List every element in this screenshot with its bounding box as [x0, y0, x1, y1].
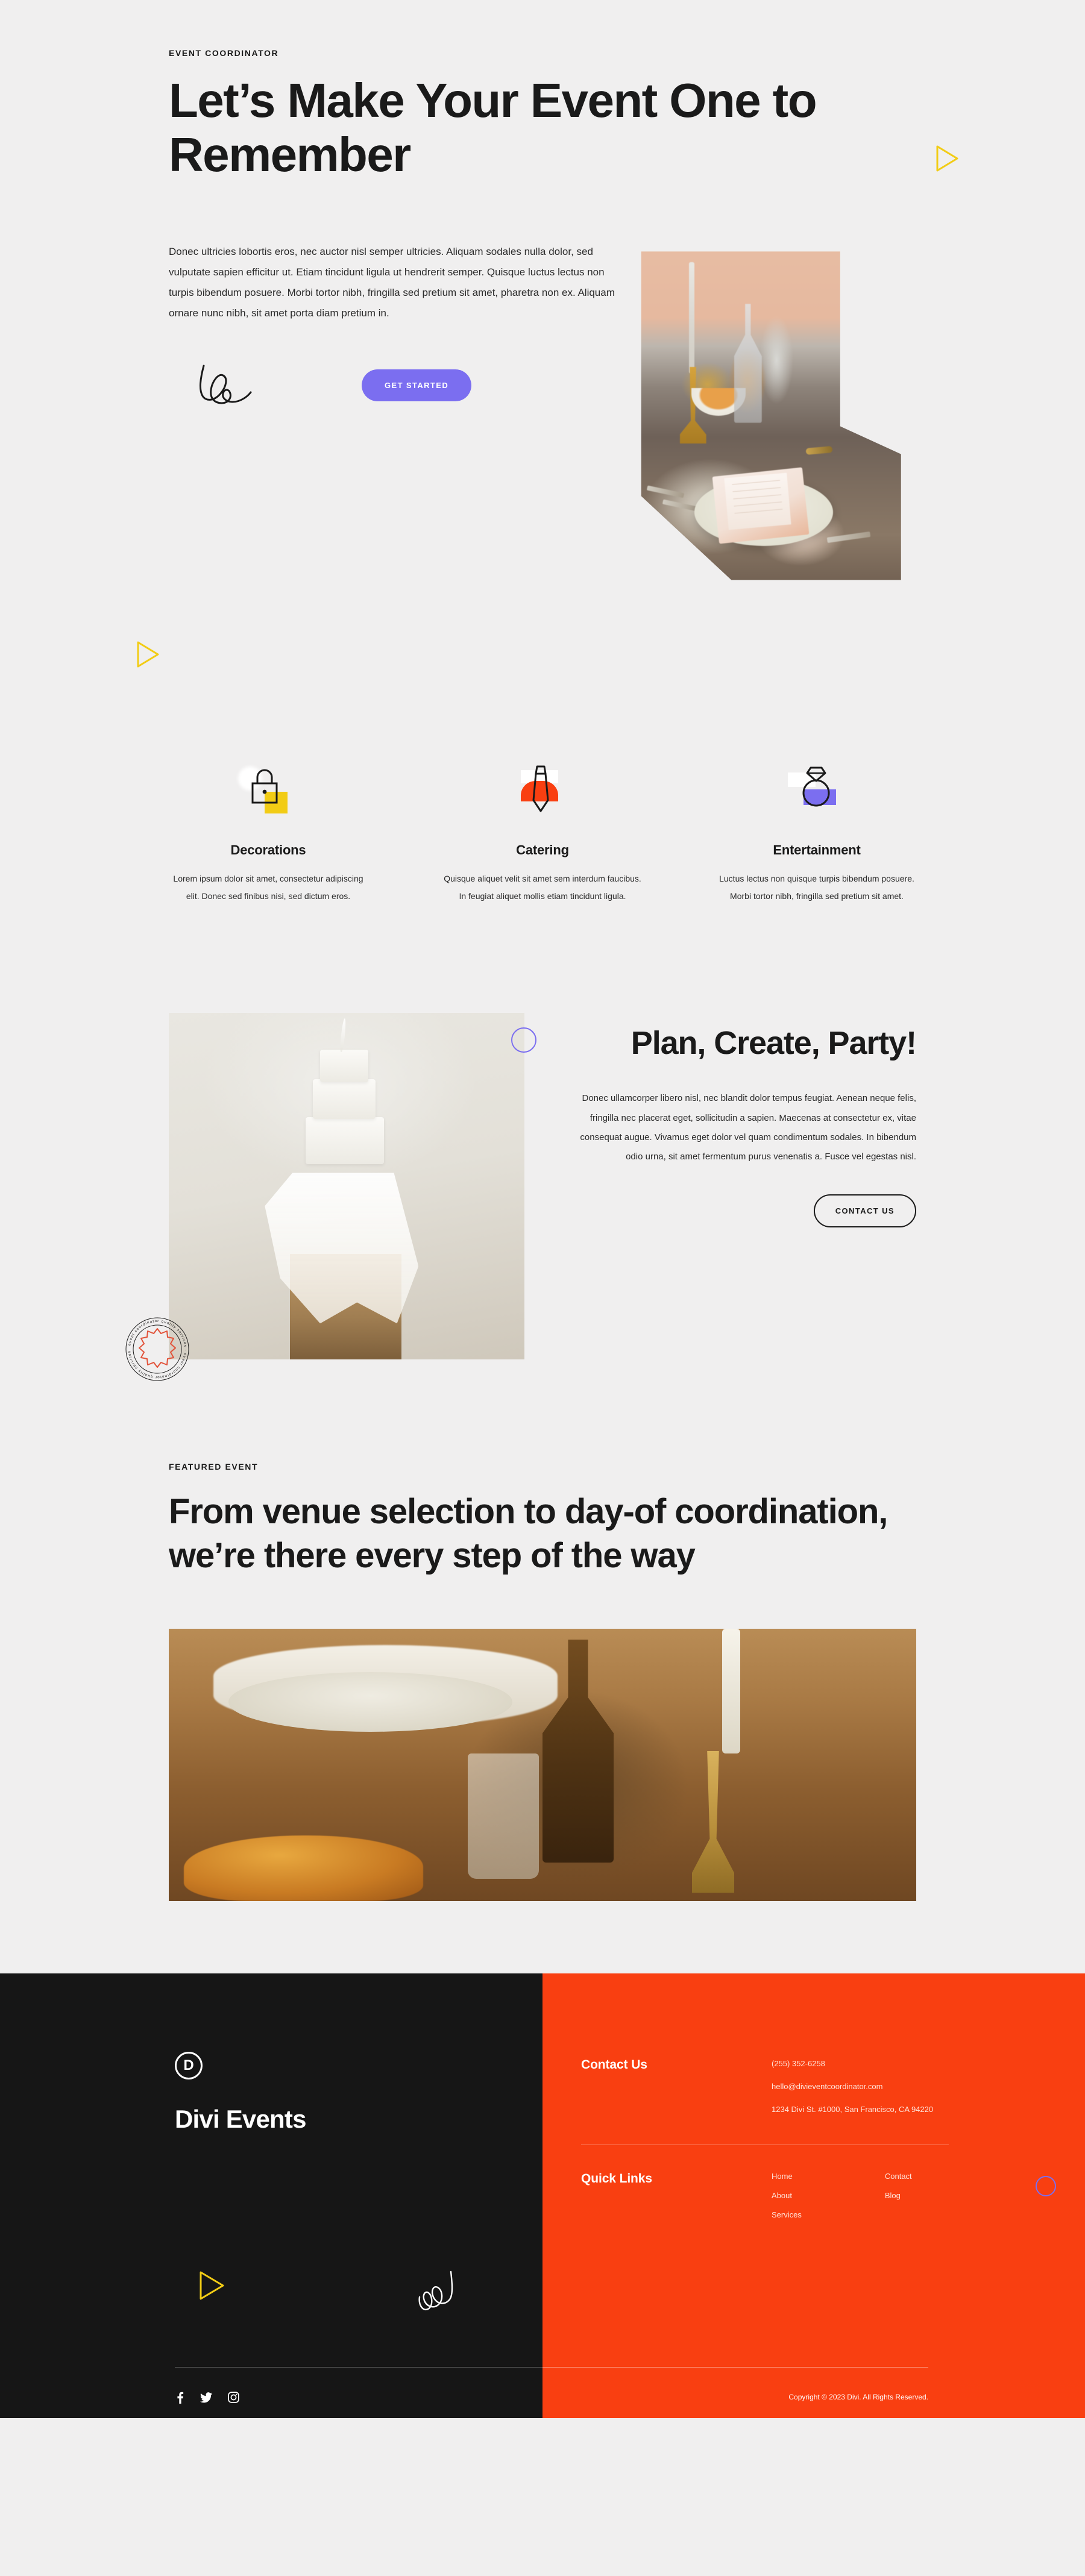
- page-title: Let’s Make Your Event One to Remember: [169, 74, 817, 181]
- photo-knife: [826, 531, 871, 544]
- feature-text: Quisque aliquet velit sit amet sem inter…: [444, 874, 641, 901]
- get-started-button[interactable]: GET STARTED: [362, 369, 472, 401]
- contact-address: 1234 Divi St. #1000, San Francisco, CA 9…: [772, 2104, 934, 2114]
- feature-card-entertainment: Entertainment Luctus lectus non quisque …: [717, 765, 916, 904]
- rustic-table-photo: [169, 1628, 916, 1901]
- feature-text: Luctus lectus non quisque turpis bibendu…: [719, 874, 914, 901]
- link-home[interactable]: Home: [772, 2172, 802, 2181]
- hero-photo-clip: [641, 251, 901, 580]
- link-services[interactable]: Services: [772, 2210, 802, 2219]
- cake-tier-top: [319, 1049, 368, 1082]
- site-footer: D Divi Events Contact Us (255) 352-6258 …: [0, 1973, 1085, 2418]
- facebook-icon[interactable]: [175, 2392, 184, 2404]
- featured-photo-bread: [183, 1835, 423, 1901]
- copyright-text: Copyright © 2023 Divi. All Rights Reserv…: [788, 2392, 928, 2401]
- handwritten-signature-icon: [193, 361, 283, 409]
- footer-contact-block: Contact Us (255) 352-6258 hello@divieven…: [581, 2058, 1085, 2116]
- feature-card-decorations: Decorations Lorem ipsum dolor sit amet, …: [169, 765, 368, 904]
- circle-outline-icon: [1036, 2175, 1056, 2196]
- necktie-icon: [515, 765, 570, 821]
- hero-section: EVENT COORDINATOR Let’s Make Your Event …: [0, 0, 1085, 699]
- photo-bottle: [734, 304, 762, 423]
- brand-mark: D: [183, 2057, 194, 2073]
- script-squiggle-icon: [416, 2266, 465, 2322]
- hero-actions: GET STARTED: [169, 361, 615, 409]
- featured-title: From venue selection to day-of coordinat…: [169, 1492, 888, 1576]
- photo-candle: [689, 262, 694, 374]
- contact-heading: Contact Us: [581, 2057, 647, 2072]
- triangle-outline-icon: [136, 641, 160, 668]
- hero-paragraph: Donec ultricies lobortis eros, nec aucto…: [169, 246, 615, 319]
- link-about[interactable]: About: [772, 2191, 802, 2200]
- landing-page: EVENT COORDINATOR Let’s Make Your Event …: [0, 0, 1085, 2576]
- divi-logo-icon: D: [175, 2051, 203, 2079]
- photo-fork: [646, 485, 684, 498]
- photo-spoon: [805, 446, 832, 456]
- plan-row: event coordinator quality services · eve…: [122, 1013, 917, 1381]
- featured-event-section: FEATURED EVENT From venue selection to d…: [0, 1462, 1085, 1973]
- featured-eyebrow: FEATURED EVENT: [169, 1462, 259, 1472]
- cake-cloth: [265, 1173, 419, 1324]
- contact-email[interactable]: hello@divieventcoordinator.com: [772, 2081, 1085, 2093]
- stamp-text: event coordinator quality services · eve…: [122, 1314, 187, 1379]
- twitter-icon[interactable]: [200, 2392, 212, 2403]
- cake-feather: [339, 1018, 347, 1053]
- hero-photo-image: [641, 251, 901, 580]
- plan-section: event coordinator quality services · eve…: [0, 1013, 1085, 1462]
- feature-title: Decorations: [230, 842, 306, 857]
- plan-media: event coordinator quality services · eve…: [122, 1013, 536, 1381]
- feature-text: Lorem ipsum dolor sit amet, consectetur …: [173, 874, 363, 901]
- svg-text:event coordinator quality serv: event coordinator quality services · eve…: [122, 1314, 187, 1379]
- link-blog[interactable]: Blog: [885, 2191, 912, 2200]
- diamond-ring-icon: [788, 765, 844, 821]
- quick-links-heading-wrap: Quick Links: [581, 2172, 772, 2186]
- quick-links-column-one: Home About Services: [772, 2172, 802, 2230]
- hero-eyebrow: EVENT COORDINATOR: [169, 48, 279, 58]
- instagram-icon[interactable]: [228, 2392, 239, 2403]
- featured-photo-plate: [228, 1672, 513, 1732]
- contact-details: (255) 352-6258 hello@divieventcoordinato…: [772, 2058, 1085, 2116]
- plan-paragraph: Donec ullamcorper libero nisl, nec bland…: [580, 1093, 916, 1162]
- quick-links-column-two: Contact Blog: [885, 2172, 912, 2230]
- contact-phone[interactable]: (255) 352-6258: [772, 2058, 1085, 2070]
- triangle-outline-icon: [936, 145, 960, 172]
- featured-photo-candle: [722, 1628, 740, 1754]
- featured-photo-candleholder: [692, 1750, 734, 1893]
- photo-menu-card: [724, 472, 791, 530]
- features-row: Decorations Lorem ipsum dolor sit amet, …: [169, 765, 916, 904]
- footer-divider: [175, 2366, 542, 2368]
- plan-text-column: Plan, Create, Party! Donec ullamcorper l…: [524, 1013, 917, 1228]
- quick-links-heading: Quick Links: [581, 2171, 652, 2186]
- table-setting-photo: [636, 241, 901, 591]
- plan-title: Plan, Create, Party!: [631, 1025, 917, 1062]
- featured-container: FEATURED EVENT From venue selection to d…: [169, 1462, 916, 1901]
- padlock-icon: [238, 765, 296, 821]
- feature-card-catering: Catering Quisque aliquet velit sit amet …: [443, 765, 642, 904]
- footer-contact-panel: Contact Us (255) 352-6258 hello@divieven…: [542, 1973, 1085, 2418]
- hero-left-column: Donec ultricies lobortis eros, nec aucto…: [169, 242, 651, 409]
- brand-name: Divi Events: [175, 2104, 306, 2133]
- footer-divider: [542, 2366, 928, 2368]
- features-section: Decorations Lorem ipsum dolor sit amet, …: [0, 699, 1085, 1013]
- wedding-cake-photo: [169, 1013, 524, 1360]
- feature-title: Entertainment: [773, 842, 861, 857]
- social-links: [175, 2392, 239, 2404]
- feature-title: Catering: [516, 842, 569, 857]
- featured-photo-glass: [468, 1753, 539, 1879]
- link-contact[interactable]: Contact: [885, 2172, 912, 2181]
- footer-brand-panel: D Divi Events: [0, 1973, 542, 2418]
- cake-tier-bottom: [306, 1117, 385, 1164]
- quality-services-stamp: event coordinator quality services · eve…: [122, 1314, 193, 1385]
- contact-us-button[interactable]: CONTACT US: [813, 1194, 916, 1228]
- contact-heading-wrap: Contact Us: [581, 2058, 772, 2072]
- triangle-outline-icon: [199, 2270, 225, 2304]
- cake-tier-middle: [312, 1079, 376, 1119]
- footer-links-block: Quick Links Home About Services Contact …: [581, 2172, 1085, 2230]
